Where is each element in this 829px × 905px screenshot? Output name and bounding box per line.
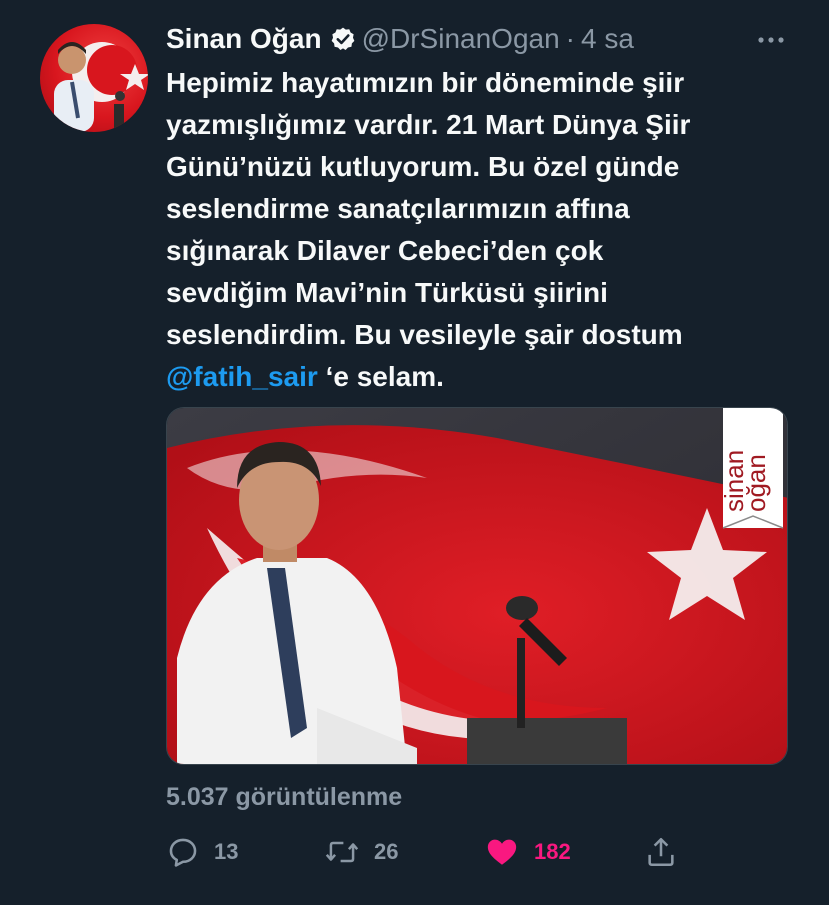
avatar[interactable] [40,24,148,132]
tweet-text: Hepimiz hayatımızın bir döneminde şiir y… [166,62,796,398]
retweet-button[interactable]: 26 [324,832,398,872]
tweet: Sinan Oğan @DrSinanOgan · 4 sa Hepimiz h… [0,0,829,905]
more-icon[interactable] [752,30,792,50]
tweet-text-line: yazmışlığımız vardır. 21 Mart Dünya Şiir [166,109,691,140]
mention-link[interactable]: @fatih_sair [166,361,318,392]
tweet-text-line: sevdiğim Mavi’nin Türküsü şiirini [166,277,608,308]
share-icon [644,835,678,869]
reply-count: 13 [214,839,239,864]
share-button[interactable] [644,832,678,872]
tweet-text-line: seslendirdim. Bu vesileyle şair dostum [166,319,683,350]
tweet-text-line: seslendirme sanatçılarımızın affına [166,193,630,224]
handle[interactable]: @DrSinanOgan [362,23,560,55]
tweet-header: Sinan Oğan @DrSinanOgan · 4 sa [166,22,634,56]
action-bar: 13 26 182 [166,832,796,872]
separator-dot: · [565,23,575,54]
timestamp[interactable]: 4 sa [581,23,634,55]
tweet-text-line: Hepimiz hayatımızın bir döneminde şiir [166,67,685,98]
reply-icon [166,835,200,869]
view-count[interactable]: 5.037 görüntülenme [166,783,402,812]
like-count: 182 [534,839,571,864]
reply-button[interactable]: 13 [166,832,238,872]
tweet-text-line: Günü’nüzü kutluyorum. Bu özel günde [166,151,680,182]
tweet-text-line: sığınarak Dilaver Cebeci’den çok [166,235,604,266]
verified-badge-icon [330,26,356,52]
like-button[interactable]: 182 [484,832,571,872]
watermark-text: sinan oğan [719,449,771,512]
display-name[interactable]: Sinan Oğan [166,23,322,55]
retweet-count: 26 [374,839,399,864]
tweet-text-last-line: @fatih_sair ‘e selam. [166,356,796,398]
heart-icon [484,835,520,869]
media-image[interactable]: sinan oğan [166,407,788,765]
tweet-text-suffix: ‘e selam. [317,361,444,392]
retweet-icon [324,835,360,869]
